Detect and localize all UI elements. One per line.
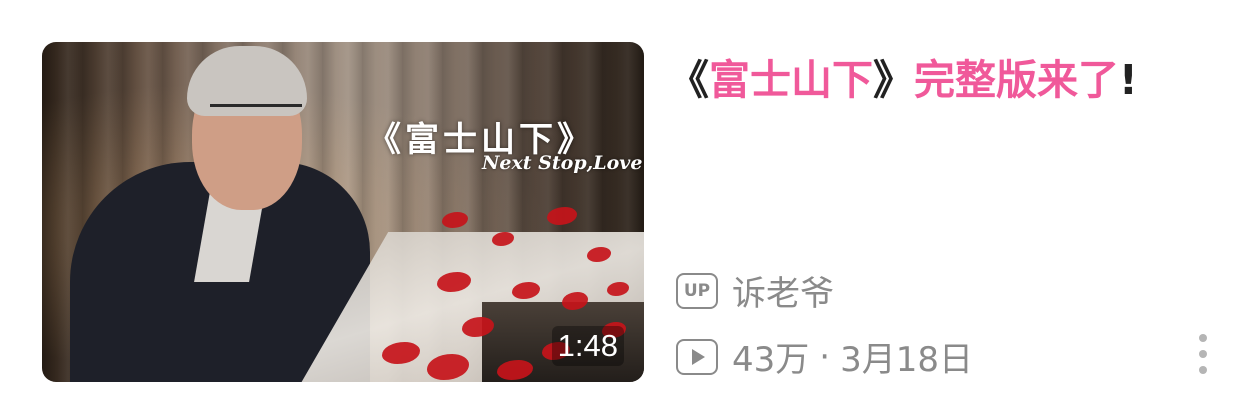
video-title[interactable]: 《富士山下》完整版来了! xyxy=(668,50,1148,110)
publish-date: 3月18日 xyxy=(840,340,973,380)
video-card[interactable]: 《富士山下》 Next Stop,Love 1:48 《富士山下》完整版来了! … xyxy=(0,0,1260,416)
title-keyword-highlight-2: 完整版来了 xyxy=(914,56,1119,104)
uploader-row[interactable]: UP 诉老爷 xyxy=(676,266,834,315)
stats-row: 43万 · 3月18日 xyxy=(676,332,973,381)
thumbnail-figure-glasses xyxy=(210,104,302,129)
menu-dot xyxy=(1199,366,1207,374)
video-duration: 1:48 xyxy=(551,326,624,366)
title-open-bracket: 《 xyxy=(668,56,709,104)
video-thumbnail[interactable]: 《富士山下》 Next Stop,Love 1:48 xyxy=(42,42,644,382)
menu-dot xyxy=(1199,350,1207,358)
view-count: 43万 xyxy=(732,340,810,380)
stats-separator: · xyxy=(819,336,831,377)
title-close-bracket: 》 xyxy=(873,56,914,104)
title-keyword-highlight: 富士山下 xyxy=(709,56,873,104)
up-badge-icon: UP xyxy=(676,272,718,309)
thumbnail-overlay-subtitle: Next Stop,Love xyxy=(482,152,643,174)
uploader-name[interactable]: 诉老爷 xyxy=(732,266,834,315)
play-count-icon xyxy=(676,338,718,375)
title-suffix: ! xyxy=(1119,56,1138,104)
more-vertical-icon[interactable] xyxy=(1196,334,1210,374)
menu-dot xyxy=(1199,334,1207,342)
